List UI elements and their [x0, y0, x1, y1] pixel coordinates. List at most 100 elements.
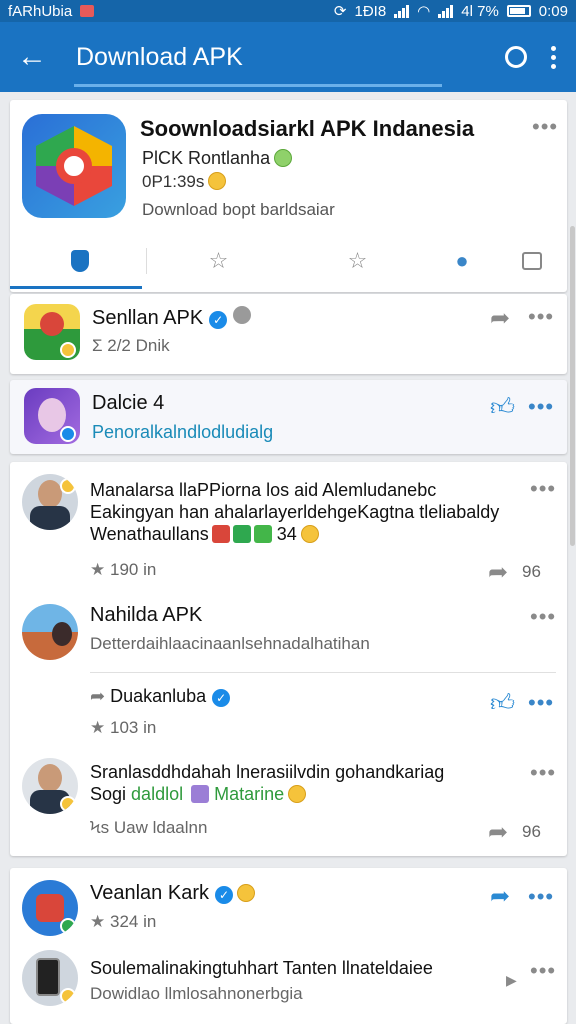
post-line-2: Sogi daldlol Matarine [90, 782, 307, 806]
thumbs-up-icon[interactable]: 👍︎ [490, 394, 515, 422]
share-icon[interactable]: ➦ [490, 304, 510, 333]
avatar [22, 474, 78, 530]
app-row-dalcie[interactable]: Dalcie 4 Penoralkalndlodludialg 👍︎ ••• [10, 380, 567, 454]
more-icon[interactable]: ••• [528, 396, 554, 418]
more-icon[interactable]: ••• [530, 606, 556, 628]
square-icon [522, 252, 542, 270]
post-stat: ★ 190 in [90, 560, 157, 579]
post-line-2: Eakingyan han ahalarlayerldehgeKagtna tl… [90, 502, 500, 522]
verified-icon: ✓ [212, 689, 231, 707]
share-icon[interactable]: ➦ [488, 558, 508, 587]
row-name: Dalcie 4 [92, 392, 165, 414]
tab-shield[interactable] [10, 236, 149, 286]
chart-icon [232, 525, 251, 543]
app-version: 0P1:39s [142, 172, 227, 192]
verified-icon: ✓ [214, 886, 233, 904]
more-icon[interactable]: ••• [530, 478, 556, 500]
more-icon[interactable]: ••• [528, 306, 554, 328]
row-subtitle: Dowidlao llmlosahnonerbgia [90, 984, 303, 1003]
kebab-menu-icon[interactable] [551, 45, 556, 69]
post-line-3: Wenathaullans 34 [90, 522, 319, 546]
emoji-icon [288, 785, 307, 803]
app-title: Soownloadsiarkl APK Indanesia [140, 116, 475, 141]
share-count: 96 [522, 822, 541, 841]
post-line-1: Manalarsa llaPPiorna los aid Alemludaneb… [90, 480, 437, 500]
divider [90, 672, 556, 673]
arrow-left-icon[interactable]: ← [0, 42, 64, 72]
more-icon[interactable]: ••• [532, 116, 558, 138]
app-subtitle: PlCK Rontlanha [142, 148, 293, 169]
star-outline-icon: ☆ [347, 248, 368, 273]
share-small-icon: ➦ [90, 686, 106, 706]
more-icon[interactable]: ••• [528, 692, 554, 714]
avatar [22, 950, 78, 1006]
clock: 0:09 [538, 2, 568, 20]
avatar [22, 880, 78, 936]
gift-icon [211, 525, 230, 543]
appbar-tab-underline [74, 84, 442, 87]
more-icon[interactable]: ••• [530, 960, 556, 982]
share-count: 96 [522, 562, 541, 581]
avatar [24, 304, 80, 360]
status-right-text: 1ĐI8 [354, 2, 387, 20]
active-tab-indicator [10, 286, 142, 289]
bottom-card: Veanlan Kark ✓ ★ 324 in ➦ ••• Soulemalina… [10, 868, 567, 1024]
row-name: Senllan APK ✓ [92, 306, 252, 330]
app-row-senllan[interactable]: Senllan APK ✓ Σ 2/2 Dnik ➦ ••• [10, 294, 567, 374]
post-name: Nahilda APK [90, 604, 203, 626]
post-name: ➦ Duakanluba ✓ [90, 686, 231, 707]
app-bar: ← Download APK [0, 22, 576, 92]
search-icon[interactable] [505, 46, 527, 68]
badge-icon [233, 306, 252, 324]
star-icon: ★ [90, 718, 106, 737]
post-line-1: Sranlasddhdahah lnerasiilvdin gohandkari… [90, 762, 445, 782]
share-icon[interactable]: ➦ [488, 818, 508, 847]
more-icon[interactable]: ••• [528, 886, 554, 908]
header-tabs: ☆ ☆ ● [10, 236, 567, 286]
tab-user[interactable]: ● [427, 236, 497, 286]
star-icon: ★ [90, 912, 106, 931]
row-meta: Σ 2/2 Dnik [92, 336, 170, 355]
more-icon[interactable]: ••• [530, 762, 556, 784]
chevron-right-icon[interactable]: ▶ [506, 972, 517, 989]
app-logo-icon [22, 114, 126, 218]
puzzle-icon: ☆ [208, 248, 229, 273]
scrollbar[interactable] [570, 226, 575, 546]
post-stat: ★ 103 in [90, 718, 157, 737]
star-icon: ★ [90, 560, 106, 579]
notification-icon [80, 5, 95, 17]
row-name: Veanlan Kark ✓ [90, 882, 255, 905]
tab-puzzle[interactable]: ☆ [149, 236, 288, 286]
emoji-icon [274, 149, 293, 167]
carrier-text: fARhUbia [8, 2, 73, 20]
avatar [24, 388, 80, 444]
user-icon: ● [455, 248, 469, 273]
row-link[interactable]: Penoralkalndlodludialg [92, 422, 273, 443]
tab-square[interactable] [497, 236, 567, 286]
tag-icon [191, 785, 210, 803]
avatar [22, 604, 78, 660]
emoji-icon [208, 172, 227, 190]
avatar [22, 758, 78, 814]
share-icon[interactable]: ➦ [490, 882, 510, 911]
emoji-icon [300, 525, 319, 543]
status-bar: fARhUbia ⟳ 1ĐI8 ◠ 4l 7% 0:09 [0, 0, 576, 22]
app-description: Download bopt barldsaiar [142, 200, 335, 219]
signal-icon-2 [438, 4, 454, 18]
thumbs-up-icon[interactable]: 👍︎ [490, 690, 515, 718]
shield-icon [70, 250, 89, 272]
feed-card: Manalarsa llaPPiorna los aid Alemludaneb… [10, 462, 567, 856]
row-title: Soulemalinakingtuhhart Tanten llnateldai… [90, 958, 433, 978]
tab-star[interactable]: ☆ [288, 236, 427, 286]
post-text: Detterdaihlaacinaanlsehnadalhatihan [90, 634, 370, 653]
verified-icon: ✓ [209, 311, 228, 329]
app-header-card: Soownloadsiarkl APK Indanesia ••• PlCK R… [10, 100, 567, 292]
battery-icon [506, 5, 531, 17]
emoji-icon [236, 884, 255, 902]
post-meta: Ϟs Uaw ldaalnn [90, 818, 208, 837]
image-icon [253, 525, 272, 543]
signal-icon [394, 4, 410, 18]
sync-icon: ⟳ [333, 3, 347, 20]
battery-percent: 4l 7% [461, 2, 499, 20]
wifi-icon: ◠ [417, 3, 431, 20]
